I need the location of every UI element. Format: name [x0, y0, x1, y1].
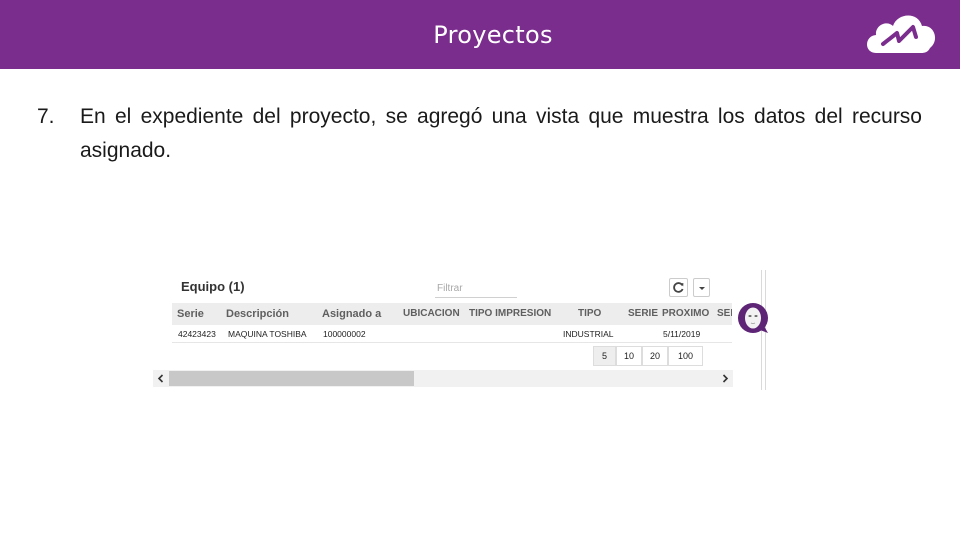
assistant-avatar-icon[interactable]	[737, 302, 769, 334]
scrollbar-thumb[interactable]	[169, 371, 414, 386]
page-size-10-button[interactable]: 10	[616, 346, 642, 366]
column-header[interactable]: PROXIMO	[662, 303, 709, 325]
scroll-right-button[interactable]	[717, 370, 733, 387]
step-number: 7.	[37, 105, 55, 128]
table-header: Serie Descripción Asignado a UBICACION T…	[172, 303, 732, 325]
column-header[interactable]: SER	[717, 303, 732, 325]
page-size-5-button[interactable]: 5	[593, 346, 616, 366]
cloud-logo-icon	[867, 15, 936, 53]
filter-input[interactable]	[435, 279, 517, 298]
caret-down-icon	[699, 287, 705, 290]
column-header[interactable]: Serie	[177, 303, 204, 325]
page-title: Proyectos	[433, 21, 553, 49]
column-header[interactable]: Asignado a	[322, 303, 381, 325]
column-header[interactable]: UBICACION	[403, 303, 460, 325]
step-text: En el expediente del proyecto, se agregó…	[80, 105, 922, 162]
options-dropdown-button[interactable]	[693, 278, 710, 297]
chevron-right-icon	[722, 374, 729, 383]
table-cell: MAQUINA TOSHIBA	[228, 329, 307, 339]
panel-title: Equipo (1)	[181, 279, 245, 294]
chevron-left-icon	[157, 374, 164, 383]
table-row[interactable]: 42423423 MAQUINA TOSHIBA 100000002 INDUS…	[172, 325, 732, 343]
page-size-20-button[interactable]: 20	[642, 346, 668, 366]
table-cell: 100000002	[323, 329, 366, 339]
equipment-table: Serie Descripción Asignado a UBICACION T…	[172, 303, 732, 343]
table-cell: 42423423	[178, 329, 216, 339]
column-header[interactable]: TIPO	[578, 303, 601, 325]
scroll-left-button[interactable]	[153, 370, 169, 387]
refresh-button[interactable]	[669, 278, 688, 297]
header-bar: Proyectos	[0, 0, 960, 69]
column-header[interactable]: SERIE	[628, 303, 658, 325]
column-header[interactable]: TIPO IMPRESION	[469, 303, 551, 325]
horizontal-scrollbar[interactable]	[153, 370, 733, 387]
table-cell: 5/11/2019	[663, 329, 701, 339]
column-header[interactable]: Descripción	[226, 303, 289, 325]
refresh-icon	[673, 282, 684, 293]
page-size-100-button[interactable]: 100	[668, 346, 703, 366]
equipment-panel: Equipo (1) Serie Descripción Asignado a …	[150, 268, 770, 396]
table-cell: INDUSTRIAL	[563, 329, 614, 339]
